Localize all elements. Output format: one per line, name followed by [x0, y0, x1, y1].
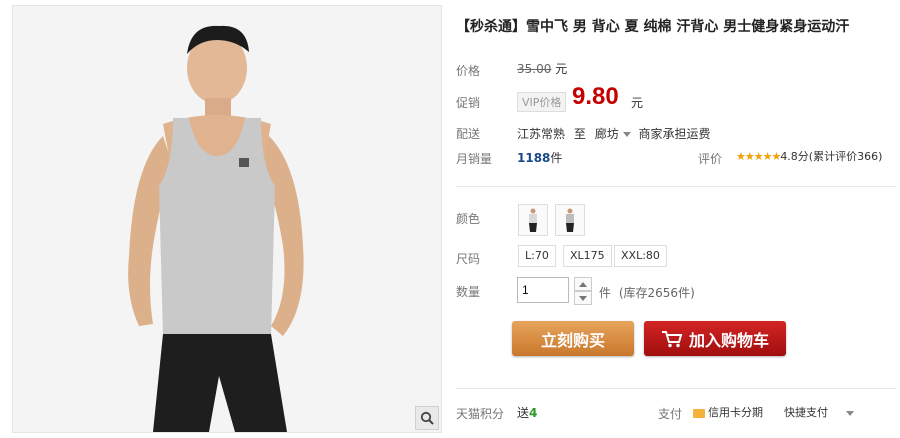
add-to-cart-label: 加入购物车 [688, 330, 769, 350]
zoom-button[interactable] [415, 406, 439, 430]
tank-top-thumbnail [529, 208, 537, 232]
delivery-note: 商家承担运费 [638, 127, 711, 141]
add-to-cart-button[interactable]: 加入购物车 [644, 321, 786, 356]
chevron-up-icon [579, 281, 587, 287]
points-info: 送4 [517, 404, 537, 421]
magnifier-icon [420, 411, 434, 425]
size-label: 尺码 [456, 252, 481, 266]
sales-count-value: 1188 [517, 151, 551, 165]
original-price-unit: 元 [555, 62, 568, 76]
promo-price: 9.80 [572, 83, 619, 110]
color-option-1[interactable] [518, 204, 548, 236]
pay-label: 支付 [658, 407, 683, 421]
sales-label: 月销量 [456, 152, 493, 166]
chevron-down-icon [579, 295, 587, 301]
price-label: 价格 [456, 64, 481, 78]
delivery-from: 江苏常熟 [517, 127, 566, 141]
shopping-cart-icon [661, 330, 683, 347]
sales-count: 1188件 [517, 149, 562, 166]
sales-count-unit: 件 [550, 151, 563, 165]
product-title: 【秒杀通】雪中飞 男 背心 夏 纯棉 汗背心 男士健身紧身运动汗 [456, 19, 850, 35]
quantity-increase-button[interactable] [574, 277, 592, 291]
star-rating-icon: ★★★★★ [736, 150, 781, 163]
quantity-label: 数量 [456, 285, 481, 299]
chevron-down-icon [845, 410, 854, 416]
original-price-value: 35.00 [517, 62, 552, 76]
rating[interactable]: ★★★★★4.8分(累计评价366) [736, 148, 882, 164]
quantity-decrease-button[interactable] [574, 291, 592, 305]
promo-price-unit: 元 [631, 96, 644, 110]
points-label: 天猫积分 [456, 407, 505, 421]
quantity-unit: 件 [599, 286, 612, 300]
points-prefix: 送 [517, 406, 530, 420]
product-image[interactable] [12, 5, 442, 433]
delivery-destination: 廊坊 [594, 127, 619, 141]
stock-count: (库存2656件) [618, 286, 695, 300]
quick-pay-select[interactable]: 快捷支付 [784, 404, 858, 420]
size-option[interactable]: XL175 [563, 245, 612, 267]
color-label: 颜色 [456, 212, 481, 226]
color-option-2[interactable] [555, 204, 585, 236]
delivery-to-word: 至 [573, 127, 586, 141]
quantity-input[interactable] [517, 277, 569, 303]
tank-top-thumbnail [566, 208, 574, 232]
credit-installment[interactable]: 信用卡分期 [693, 404, 763, 420]
rating-label: 评价 [698, 152, 723, 166]
quick-pay-label: 快捷支付 [784, 406, 828, 419]
vip-price-tag: VIP价格 [517, 92, 567, 112]
credit-installment-label: 信用卡分期 [708, 406, 763, 419]
original-price: 35.00 元 [517, 60, 567, 77]
credit-card-icon [693, 408, 705, 418]
buy-now-button[interactable]: 立刻购买 [512, 321, 634, 356]
divider [456, 186, 896, 187]
delivery-label: 配送 [456, 127, 481, 141]
delivery-info: 江苏常熟 至 廊坊 商家承担运费 [517, 125, 711, 142]
size-option[interactable]: XXL:80 [614, 245, 667, 267]
size-option[interactable]: L:70 [518, 245, 556, 267]
chevron-down-icon [622, 132, 631, 137]
delivery-destination-select[interactable]: 廊坊 [595, 127, 639, 141]
stock-info: 件 (库存2656件) [599, 284, 695, 301]
points-value: 4 [529, 406, 538, 420]
promo-label: 促销 [456, 96, 481, 110]
divider [456, 388, 896, 389]
rating-text: 4.8分(累计评价366) [780, 150, 883, 163]
product-photo [13, 6, 441, 432]
